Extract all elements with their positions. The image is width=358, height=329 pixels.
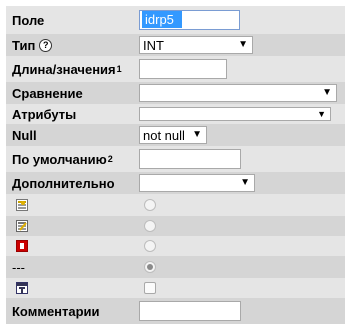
extra-select[interactable]: ▼	[139, 174, 255, 192]
type-select[interactable]: INT ▼	[139, 36, 253, 54]
column-definition-form: Поле idrp5 Тип ? INT ▼ Длина/значения1 С…	[0, 0, 358, 329]
null-select[interactable]: not null ▼	[139, 126, 207, 144]
field-name-selection: idrp5	[142, 11, 182, 28]
attributes-select[interactable]: ▼	[139, 107, 331, 121]
type-label: Тип	[12, 37, 36, 53]
type-select-value: INT	[143, 37, 164, 53]
length-label: Длина/значения	[12, 61, 116, 77]
row-index-none: ---	[6, 256, 345, 278]
index-icon	[16, 220, 28, 232]
comment-input[interactable]	[139, 301, 241, 321]
chevron-down-icon: ▼	[192, 129, 202, 140]
row-index-unique	[6, 236, 345, 256]
row-collation: Сравнение ▼	[6, 82, 345, 104]
fulltext-checkbox[interactable]	[144, 282, 156, 294]
null-select-value: not null	[143, 127, 185, 143]
primary-key-icon	[16, 199, 28, 211]
index-index-radio[interactable]	[144, 220, 156, 232]
index-none-label: ---	[12, 259, 25, 275]
field-name-label: Поле	[12, 12, 45, 28]
collation-label: Сравнение	[12, 85, 83, 101]
default-footnote: 2	[107, 154, 113, 164]
row-default: По умолчанию 2	[6, 146, 345, 172]
field-name-selected-text: idrp5	[145, 12, 174, 27]
default-label: По умолчанию	[12, 151, 107, 167]
extra-label: Дополнительно	[12, 175, 115, 191]
null-label: Null	[12, 127, 37, 143]
row-length: Длина/значения 1	[6, 56, 345, 82]
collation-select[interactable]: ▼	[139, 84, 337, 102]
row-null: Null not null ▼	[6, 124, 345, 146]
index-none-radio[interactable]	[144, 261, 156, 273]
index-unique-radio[interactable]	[144, 240, 156, 252]
chevron-down-icon: ▼	[238, 39, 248, 50]
fulltext-icon	[16, 282, 28, 294]
default-input[interactable]	[139, 149, 241, 169]
row-index-primary	[6, 194, 345, 216]
chevron-down-icon: ▼	[240, 177, 250, 188]
question-circle-icon[interactable]: ?	[39, 38, 53, 52]
row-index-index	[6, 216, 345, 236]
row-attributes: Атрибуты ▼	[6, 104, 345, 124]
row-comment: Комментарии	[6, 298, 345, 324]
length-input[interactable]	[139, 59, 227, 79]
attributes-label: Атрибуты	[12, 106, 77, 122]
chevron-down-icon: ▼	[322, 87, 332, 98]
unique-icon	[16, 240, 28, 252]
row-extra: Дополнительно ▼	[6, 172, 345, 194]
chevron-down-icon: ▼	[317, 109, 326, 119]
row-fulltext	[6, 278, 345, 298]
comment-label: Комментарии	[12, 303, 100, 319]
index-primary-radio[interactable]	[144, 199, 156, 211]
length-footnote: 1	[116, 64, 122, 74]
row-type: Тип ? INT ▼	[6, 34, 345, 56]
